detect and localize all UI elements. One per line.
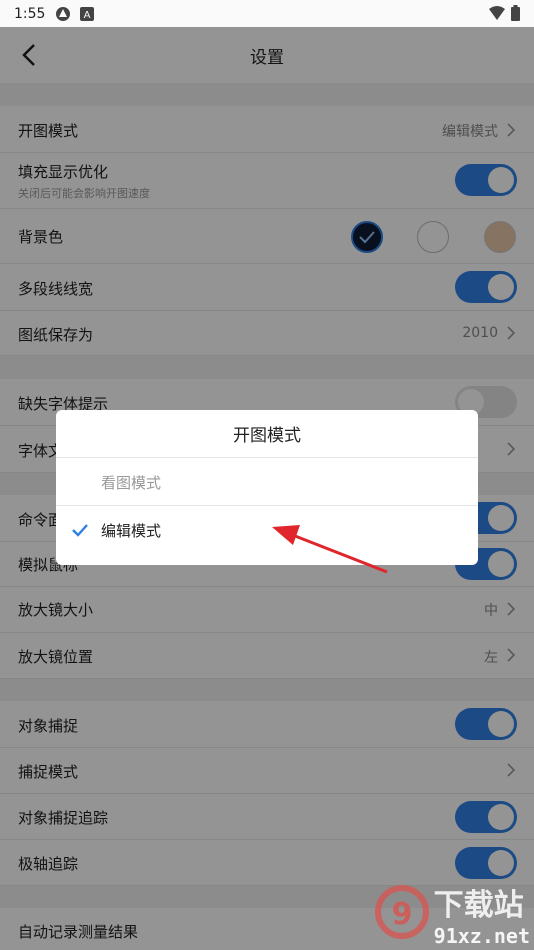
- watermark-url: 91xz.net: [433, 924, 530, 948]
- status-bar: 1:55 A: [0, 0, 534, 27]
- checkmark-icon: [72, 522, 88, 537]
- svg-text:A: A: [84, 10, 91, 21]
- watermark: 9 下载站 91xz.net: [372, 880, 530, 948]
- a-notification-icon: A: [79, 6, 95, 22]
- status-time: 1:55: [14, 5, 46, 22]
- open-mode-dialog: 开图模式 看图模式 编辑模式: [56, 410, 478, 565]
- wifi-icon: [489, 6, 505, 24]
- option-label: 编辑模式: [101, 522, 162, 540]
- app-notification-icon: [55, 6, 71, 22]
- dialog-title: 开图模式: [56, 410, 478, 458]
- svg-text:9: 9: [391, 897, 412, 932]
- option-label: 看图模式: [101, 474, 162, 492]
- dialog-option-view-mode[interactable]: 看图模式: [56, 458, 478, 506]
- dialog-option-edit-mode[interactable]: 编辑模式: [56, 506, 478, 554]
- battery-icon: [511, 5, 520, 25]
- watermark-text: 下载站: [433, 888, 524, 923]
- watermark-logo-icon: 9: [374, 885, 429, 939]
